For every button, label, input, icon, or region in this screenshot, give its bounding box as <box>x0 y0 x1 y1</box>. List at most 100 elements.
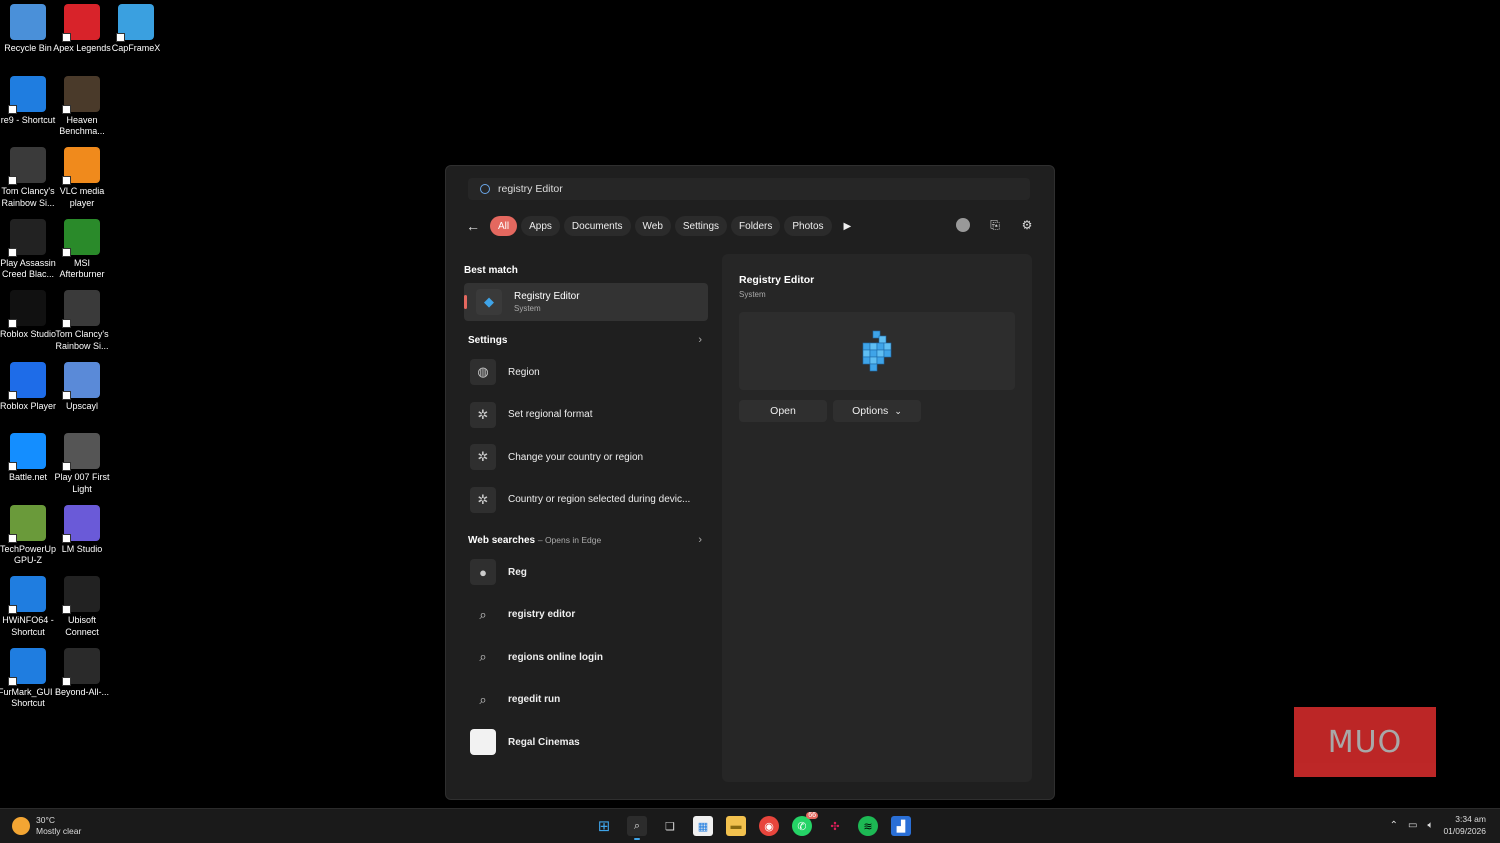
network-icon[interactable]: ▭ <box>1408 820 1417 831</box>
panel-actions: ⎘ ⚙ <box>956 218 1034 232</box>
web-search-item[interactable]: ● Reg <box>464 551 708 594</box>
weather-condition: Mostly clear <box>36 826 82 836</box>
weather-moon-icon <box>12 817 30 835</box>
settings-item[interactable]: ◍ Region <box>464 351 708 394</box>
volume-icon[interactable]: 🔈︎ <box>1427 820 1433 831</box>
shortcut-arrow-icon <box>8 176 17 185</box>
desktop-shortcut[interactable]: re9 - Shortcut <box>0 75 56 127</box>
file-icon <box>8 576 46 614</box>
desktop-shortcut[interactable]: Heaven Benchma... <box>54 75 110 138</box>
web-searches-section-header[interactable]: Web searches – Opens in Edge › <box>464 529 708 551</box>
filter-web[interactable]: Web <box>634 216 671 236</box>
windows-start-icon[interactable]: ⊞ <box>594 816 614 836</box>
profile-image-icon: ● <box>470 559 496 586</box>
start-search-panel: registry Editor ← All Apps Documents Web… <box>445 165 1055 800</box>
filter-photos[interactable]: Photos <box>784 216 832 236</box>
more-filters-play-icon[interactable]: ▶ <box>844 221 862 232</box>
search-query: registry Editor <box>498 183 563 195</box>
web-search-item[interactable]: ⌕ regions online login <box>464 636 708 679</box>
web-search-item[interactable]: ⌕ regedit run <box>464 679 708 722</box>
filter-documents[interactable]: Documents <box>563 216 631 236</box>
desktop-shortcut-label: Tom Clancy's Rainbow Si... <box>55 329 109 351</box>
shortcut-arrow-icon <box>8 390 17 400</box>
desktop-shortcut[interactable]: VLC media player <box>54 147 110 209</box>
upscayl-icon <box>62 361 100 400</box>
web-search-label: registry editor <box>508 609 576 621</box>
back-arrow-icon[interactable]: ← <box>462 218 484 234</box>
app-icon[interactable]: ▟ <box>891 816 911 836</box>
spotify-icon[interactable]: ≋ <box>858 816 878 836</box>
desktop-shortcut[interactable]: Tom Clancy's Rainbow Si... <box>0 147 56 209</box>
shortcut-arrow-icon <box>8 462 17 471</box>
website-favicon-icon <box>470 729 496 756</box>
desktop-shortcut[interactable]: Play Assassin Creed Blac... <box>0 218 56 281</box>
clock-time: 3:34 am <box>1455 814 1486 824</box>
desktop-shortcut[interactable]: LM Studio <box>54 504 110 556</box>
shortcut-arrow-icon <box>62 533 71 543</box>
desktop-shortcut[interactable]: FurMark_GUI - Shortcut <box>0 647 59 710</box>
best-match-type: System <box>514 304 541 313</box>
filter-settings[interactable]: Settings <box>674 216 728 236</box>
gpu-z-icon <box>8 504 46 543</box>
desktop-shortcut[interactable]: Upscayl <box>54 361 110 413</box>
web-searches-subtitle: – Opens in Edge <box>537 534 602 545</box>
web-search-item[interactable]: ⌕ registry editor <box>464 594 708 637</box>
shortcut-arrow-icon <box>62 390 71 400</box>
weather-widget[interactable]: 30°C Mostly clear <box>12 815 81 837</box>
muo-watermark-logo: MUO <box>1294 707 1436 777</box>
file-explorer-icon[interactable]: ▬ <box>726 816 746 836</box>
desktop-shortcut-label: FurMark_GUI - Shortcut <box>0 686 59 709</box>
desktop-shortcut-label: MSI Afterburner <box>59 257 105 280</box>
shortcut-arrow-icon <box>62 605 71 614</box>
chrome-icon[interactable]: ◉ <box>759 816 779 836</box>
search-input[interactable]: registry Editor <box>468 178 1030 200</box>
desktop-shortcut-label: Apex Legends <box>53 43 111 53</box>
open-button[interactable]: Open <box>739 400 827 422</box>
desktop-shortcut[interactable]: Roblox Studio <box>0 290 56 341</box>
desktop-shortcut[interactable]: Roblox Player <box>0 361 56 413</box>
heaven-benchmark-icon <box>62 75 100 114</box>
desktop-shortcut[interactable]: Tom Clancy's Rainbow Si... <box>54 290 110 352</box>
slack-icon[interactable]: ✣ <box>825 816 845 836</box>
desktop-shortcut[interactable]: MSI Afterburner <box>54 218 110 281</box>
desktop-shortcut-label: Recycle Bin <box>4 43 52 53</box>
desktop-shortcut[interactable]: Apex Legends <box>53 4 111 55</box>
regional-format-icon: ✲ <box>470 444 496 471</box>
search-icon <box>480 184 490 194</box>
options-label: Options <box>852 405 889 417</box>
share-icon[interactable]: ⎘ <box>988 218 1002 232</box>
desktop-shortcut[interactable]: Play 007 First Light <box>54 433 110 495</box>
settings-gear-icon[interactable]: ⚙ <box>1020 218 1034 232</box>
settings-item[interactable]: ✲ Country or region selected during devi… <box>464 479 708 522</box>
filter-apps[interactable]: Apps <box>521 216 560 236</box>
desktop-shortcut[interactable]: HWiNFO64 - Shortcut <box>0 576 56 638</box>
best-match-item[interactable]: ◆ Registry Editor System <box>464 283 708 321</box>
settings-item[interactable]: ✲ Set regional format <box>464 394 708 437</box>
desktop-shortcut[interactable]: Recycle Bin <box>0 4 56 55</box>
preview-pane: Registry Editor System Open Options ⌄ <box>722 254 1032 782</box>
settings-item[interactable]: ✲ Change your country or region <box>464 436 708 479</box>
task-view-icon[interactable]: ❏ <box>660 816 680 836</box>
web-search-label: regions online login <box>508 651 603 663</box>
options-button[interactable]: Options ⌄ <box>833 400 921 422</box>
chevron-up-icon[interactable]: ⌃ <box>1390 820 1398 831</box>
clock[interactable]: 3:34 am 01/09/2026 <box>1443 813 1486 837</box>
web-search-item[interactable]: Regal Cinemas <box>464 721 708 764</box>
filter-all[interactable]: All <box>490 216 518 236</box>
search-icon[interactable]: ⌕ <box>627 816 647 840</box>
shortcut-arrow-icon <box>8 533 17 543</box>
filter-folders[interactable]: Folders <box>731 216 781 236</box>
desktop-shortcut[interactable]: Beyond-All-... <box>54 647 110 699</box>
desktop-shortcut[interactable]: Battle.net <box>0 433 56 484</box>
user-avatar-icon[interactable] <box>956 218 970 232</box>
settings-section-header[interactable]: Settings › <box>464 329 708 351</box>
whatsapp-icon[interactable]: ✆ 66 <box>792 812 818 836</box>
desktop-shortcut-label: Battle.net <box>8 472 48 482</box>
desktop-shortcut-label: Tom Clancy's Rainbow Si... <box>1 186 55 208</box>
shortcut-arrow-icon <box>8 247 17 257</box>
desktop-shortcut[interactable]: TechPowerUp GPU-Z <box>0 504 56 567</box>
bar-icon <box>62 647 100 686</box>
microsoft-store-icon[interactable]: ▦ <box>693 816 713 836</box>
desktop-shortcut[interactable]: Ubisoft Connect <box>54 576 110 638</box>
desktop-shortcut[interactable]: CapFrameX <box>108 4 164 55</box>
